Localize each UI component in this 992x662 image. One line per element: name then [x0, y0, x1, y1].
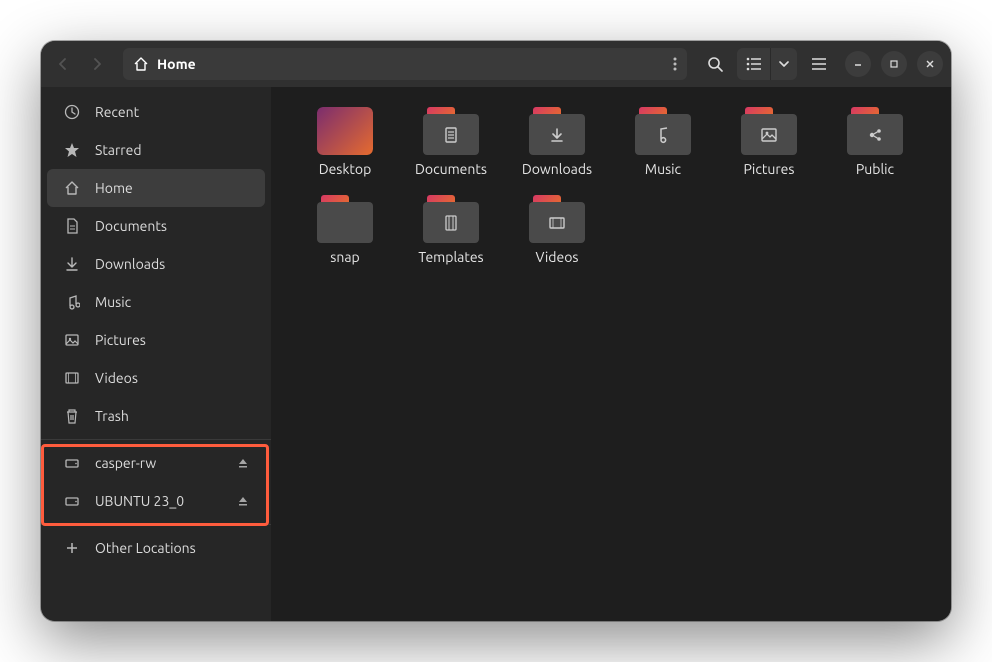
sidebar-item-home[interactable]: Home	[47, 169, 265, 207]
sidebar-item-trash[interactable]: Trash	[47, 397, 265, 435]
folder-label: Videos	[536, 249, 579, 265]
folder-icon	[423, 195, 479, 243]
folder-label: Pictures	[744, 161, 795, 177]
folder-icon	[423, 107, 479, 155]
sidebar-label: UBUNTU 23_0	[95, 493, 184, 509]
plus-icon	[63, 540, 81, 556]
folder-icon	[847, 107, 903, 155]
search-button[interactable]	[699, 48, 731, 80]
sidebar-separator	[41, 439, 271, 440]
minimize-icon	[853, 59, 863, 69]
folder-templates[interactable]: Templates	[401, 195, 501, 265]
sidebar-item-starred[interactable]: Starred	[47, 131, 265, 169]
drive-icon	[63, 455, 81, 471]
sidebar-item-videos[interactable]: Videos	[47, 359, 265, 397]
sidebar: Recent Starred Home Documents Downloads …	[41, 87, 271, 621]
path-menu-icon[interactable]	[673, 57, 677, 71]
sidebar-label: Pictures	[95, 332, 146, 348]
sidebar-label: casper-rw	[95, 455, 156, 471]
document-icon	[63, 218, 81, 234]
folder-label: Desktop	[319, 161, 372, 177]
folder-icon	[317, 107, 373, 155]
folder-icon	[529, 195, 585, 243]
sidebar-item-music[interactable]: Music	[47, 283, 265, 321]
eject-button[interactable]	[237, 457, 249, 469]
view-dropdown-button[interactable]	[771, 48, 797, 80]
star-icon	[63, 142, 81, 158]
folder-music[interactable]: Music	[613, 107, 713, 177]
sidebar-label: Other Locations	[95, 540, 196, 556]
list-icon	[746, 57, 762, 71]
sidebar-label: Documents	[95, 218, 167, 234]
content-area: Recent Starred Home Documents Downloads …	[41, 87, 951, 621]
folder-icon	[317, 195, 373, 243]
forward-button[interactable]	[83, 48, 111, 80]
folder-label: Templates	[418, 249, 483, 265]
folder-downloads[interactable]: Downloads	[507, 107, 607, 177]
hamburger-icon	[811, 58, 827, 70]
path-bar[interactable]: Home	[123, 48, 687, 80]
home-icon	[133, 56, 149, 72]
folder-grid: Desktop Documents Downloads Music Pictures Pu…	[295, 107, 927, 265]
sidebar-label: Trash	[95, 408, 129, 424]
search-icon	[707, 56, 723, 72]
folder-icon	[741, 107, 797, 155]
sidebar-label: Videos	[95, 370, 138, 386]
video-icon	[63, 370, 81, 386]
path-label: Home	[157, 56, 196, 72]
sidebar-label: Recent	[95, 104, 139, 120]
sidebar-item-pictures[interactable]: Pictures	[47, 321, 265, 359]
titlebar: Home	[41, 41, 951, 87]
chevron-left-icon	[58, 58, 68, 70]
folder-desktop[interactable]: Desktop	[295, 107, 395, 177]
clock-icon	[63, 104, 81, 120]
sidebar-mount-casper-rw[interactable]: casper-rw	[47, 444, 265, 482]
folder-label: Downloads	[522, 161, 592, 177]
minimize-button[interactable]	[845, 51, 871, 77]
file-manager-window: Home	[41, 41, 951, 621]
home-icon	[63, 180, 81, 196]
chevron-right-icon	[92, 58, 102, 70]
sidebar-label: Music	[95, 294, 131, 310]
drive-icon	[63, 493, 81, 509]
main-view[interactable]: Desktop Documents Downloads Music Pictures Pu…	[271, 87, 951, 621]
view-switcher	[737, 48, 797, 80]
folder-pictures[interactable]: Pictures	[719, 107, 819, 177]
maximize-icon	[889, 59, 899, 69]
folder-documents[interactable]: Documents	[401, 107, 501, 177]
sidebar-label: Home	[95, 180, 133, 196]
sidebar-item-other-locations[interactable]: Other Locations	[47, 529, 265, 567]
folder-icon	[529, 107, 585, 155]
folder-public[interactable]: Public	[825, 107, 925, 177]
folder-icon	[635, 107, 691, 155]
picture-icon	[63, 332, 81, 348]
folder-label: Music	[645, 161, 681, 177]
folder-snap[interactable]: snap	[295, 195, 395, 265]
folder-label: Documents	[415, 161, 487, 177]
view-list-button[interactable]	[737, 48, 771, 80]
sidebar-label: Starred	[95, 142, 142, 158]
maximize-button[interactable]	[881, 51, 907, 77]
close-icon	[925, 59, 935, 69]
sidebar-mount-ubuntu[interactable]: UBUNTU 23_0	[47, 482, 265, 520]
chevron-down-icon	[779, 60, 789, 68]
close-button[interactable]	[917, 51, 943, 77]
sidebar-item-downloads[interactable]: Downloads	[47, 245, 265, 283]
back-button[interactable]	[49, 48, 77, 80]
sidebar-item-recent[interactable]: Recent	[47, 93, 265, 131]
sidebar-separator	[41, 524, 271, 525]
trash-icon	[63, 408, 81, 424]
folder-videos[interactable]: Videos	[507, 195, 607, 265]
hamburger-menu-button[interactable]	[803, 48, 835, 80]
folder-label: Public	[856, 161, 894, 177]
sidebar-item-documents[interactable]: Documents	[47, 207, 265, 245]
sidebar-label: Downloads	[95, 256, 165, 272]
eject-button[interactable]	[237, 495, 249, 507]
download-icon	[63, 256, 81, 272]
folder-label: snap	[330, 249, 359, 265]
music-icon	[63, 294, 81, 310]
